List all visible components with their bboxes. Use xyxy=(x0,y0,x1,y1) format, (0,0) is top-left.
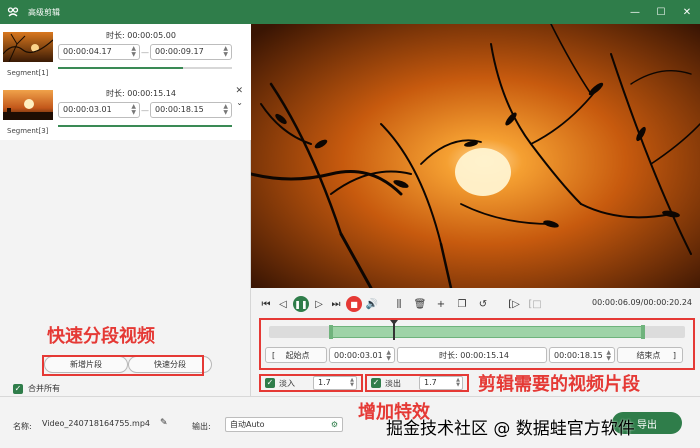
set-start-button[interactable]: [起始点 xyxy=(265,347,327,363)
checkbox-checked-icon[interactable]: ✓ xyxy=(371,378,381,388)
segment-progress-fill xyxy=(58,67,184,69)
gear-icon[interactable]: ⚙ xyxy=(331,418,338,431)
timeline-selection[interactable] xyxy=(331,326,644,338)
add-icon[interactable]: + xyxy=(434,297,448,311)
window-title: 高级剪辑 xyxy=(28,7,60,17)
trim-end-handle[interactable] xyxy=(641,325,646,339)
prev-frame-icon[interactable]: ◁ xyxy=(276,297,290,311)
copy-icon[interactable]: ❐ xyxy=(455,297,469,311)
trim-start-handle[interactable] xyxy=(329,325,334,339)
spinner-icon[interactable]: ▲ ▼ xyxy=(350,378,354,388)
segment-duration: 时长: 00:00:05.00 xyxy=(106,31,176,40)
skip-to-end-icon[interactable]: ⏭ xyxy=(329,297,343,311)
fade-in-input[interactable]: 1.7 ▲ ▼ xyxy=(313,376,357,390)
chevron-down-icon[interactable]: ⌄ xyxy=(236,98,243,107)
playhead[interactable] xyxy=(392,322,395,340)
trim-start-field[interactable]: 00:00:03.01 ▲ ▼ xyxy=(329,347,395,363)
reset-icon[interactable]: ↺ xyxy=(476,297,490,311)
segment-label: Segment[3] xyxy=(7,127,49,135)
watermark: 掘金技术社区 @ 数据蛙官方软件 xyxy=(386,419,635,439)
segment-progress-fill xyxy=(58,125,232,127)
set-end-button[interactable]: 结束点] xyxy=(617,347,683,363)
spinner-icon[interactable]: ▲ ▼ xyxy=(606,350,611,362)
edit-pencil-icon[interactable]: ✎ xyxy=(160,417,168,432)
spinner-icon[interactable]: ▲ ▼ xyxy=(131,46,136,58)
next-frame-icon[interactable]: ▷ xyxy=(312,297,326,311)
minimize-icon[interactable]: — xyxy=(628,5,642,19)
checkbox-checked-icon[interactable]: ✓ xyxy=(13,383,23,394)
mark-in-icon[interactable]: [▷ xyxy=(507,297,521,311)
stop-button[interactable]: ■ xyxy=(346,296,362,312)
spinner-icon[interactable]: ▲ ▼ xyxy=(223,104,228,116)
volume-icon[interactable]: 🔊 xyxy=(365,297,379,311)
spinner-icon[interactable]: ▲ ▼ xyxy=(456,378,460,388)
trim-controls: [起始点 00:00:03.01 ▲ ▼ 时长: 00:00:15.14 00:00… xyxy=(265,346,689,364)
spinner-icon[interactable]: ▲ ▼ xyxy=(131,104,136,116)
annotation-trim: 剪辑需要的视频片段 xyxy=(478,374,640,395)
app-logo-icon xyxy=(6,5,20,19)
range-dash: — xyxy=(141,48,149,57)
fade-in-label: 淡入 xyxy=(279,378,295,388)
file-name: Video_240718164755.mp4 xyxy=(42,419,150,428)
annotation-quick-split: 快速分段视频 xyxy=(47,326,155,347)
spinner-icon[interactable]: ▲ ▼ xyxy=(223,46,228,58)
mark-out-icon[interactable]: [□ xyxy=(528,297,542,311)
video-preview[interactable] xyxy=(251,24,700,288)
fade-out-control: ✓ 淡出 1.7 ▲ ▼ xyxy=(365,374,469,392)
fade-out-input[interactable]: 1.7 ▲ ▼ xyxy=(419,376,463,390)
segment-label: Segment[1] xyxy=(7,69,49,77)
segment-item[interactable]: Segment[3] 时长: 00:00:15.14 00:00:03.01 ▲ ▼… xyxy=(0,84,251,140)
close-icon[interactable]: ✕ xyxy=(680,5,694,19)
segment-end-field[interactable]: 00:00:09.17 ▲ ▼ xyxy=(150,44,232,60)
merge-all-checkbox[interactable]: ✓ 合并所有 xyxy=(13,383,60,394)
fade-out-label: 淡出 xyxy=(385,378,401,388)
segment-thumbnail xyxy=(3,90,53,120)
trim-duration-field: 时长: 00:00:15.14 xyxy=(397,347,547,363)
segment-end-field[interactable]: 00:00:18.15 ▲ ▼ xyxy=(150,102,232,118)
effects-row: ✓ 淡入 1.7 ▲ ▼ ✓ 淡出 1.7 ▲ ▼ xyxy=(259,374,469,392)
spinner-icon[interactable]: ▲ ▼ xyxy=(386,350,391,362)
trim-end-field[interactable]: 00:00:18.15 ▲ ▼ xyxy=(549,347,615,363)
maximize-icon[interactable]: ☐ xyxy=(654,5,668,19)
segment-list: Segment[1] 时长: 00:00:05.00 00:00:04.17 ▲ ▼… xyxy=(0,24,251,140)
video-frame xyxy=(251,24,700,288)
segment-close-icon[interactable]: ✕ xyxy=(235,86,243,96)
delete-icon[interactable]: 🗑 xyxy=(413,297,427,311)
split-icon[interactable]: ⫼ xyxy=(392,297,406,311)
segment-start-field[interactable]: 00:00:04.17 ▲ ▼ xyxy=(58,44,140,60)
output-label: 输出: xyxy=(192,422,211,431)
fade-in-control: ✓ 淡入 1.7 ▲ ▼ xyxy=(259,374,363,392)
segment-start-field[interactable]: 00:00:03.01 ▲ ▼ xyxy=(58,102,140,118)
output-path-field[interactable]: 自动Auto ⚙ xyxy=(225,417,343,432)
skip-to-start-icon[interactable]: ⏮ xyxy=(259,297,273,311)
title-bar: 高级剪辑 — ☐ ✕ xyxy=(0,0,700,24)
checkbox-checked-icon[interactable]: ✓ xyxy=(265,378,275,388)
merge-all-label: 合并所有 xyxy=(28,384,60,393)
name-label: 名称: xyxy=(13,422,32,431)
range-dash: — xyxy=(141,106,149,115)
annotation-box-buttons xyxy=(42,355,204,376)
segment-thumbnail xyxy=(3,32,53,62)
pause-button[interactable]: ❚❚ xyxy=(293,296,309,312)
playback-time: 00:00:06.09/00:00:20.24 xyxy=(591,298,692,307)
timeline-track[interactable] xyxy=(269,320,685,340)
trim-section: [起始点 00:00:03.01 ▲ ▼ 时长: 00:00:15.14 00:00… xyxy=(259,318,695,370)
segment-item[interactable]: Segment[1] 时长: 00:00:05.00 00:00:04.17 ▲ ▼… xyxy=(0,26,251,82)
segment-duration: 时长: 00:00:15.14 xyxy=(106,89,176,98)
